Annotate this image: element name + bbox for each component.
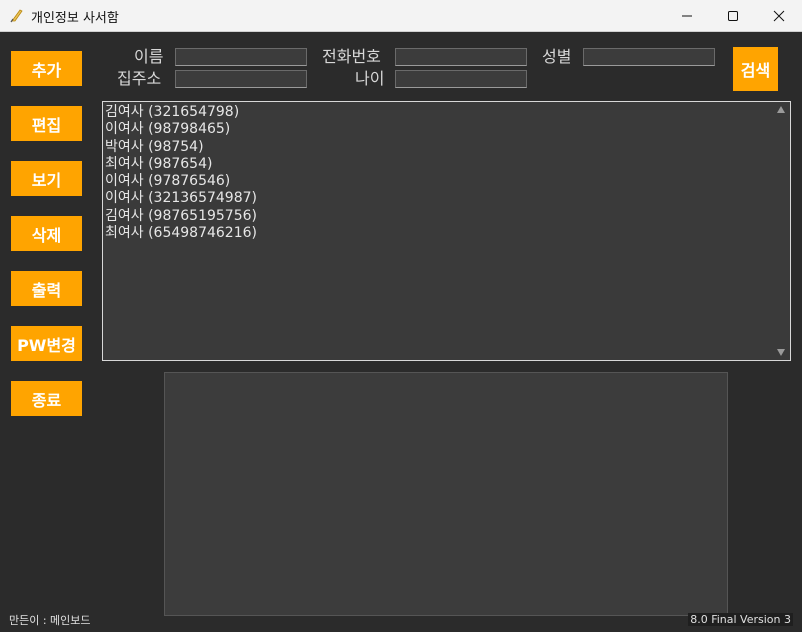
window-title: 개인정보 사서함 <box>31 11 119 26</box>
list-item[interactable]: 김여사 (98765195756) <box>105 208 772 225</box>
view-button[interactable]: 보기 <box>11 161 82 196</box>
edit-button[interactable]: 편집 <box>11 106 82 141</box>
list-item[interactable]: 최여사 (987654) <box>105 156 772 173</box>
print-button[interactable]: 출력 <box>11 271 82 306</box>
scroll-up-arrow-icon[interactable] <box>777 106 785 113</box>
change-password-button[interactable]: PW변경 <box>11 326 82 361</box>
version-text: 8.0 Final Version 3 <box>688 613 793 626</box>
phone-field[interactable] <box>395 48 527 66</box>
address-label: 집주소 <box>117 69 162 88</box>
gender-field[interactable] <box>583 48 715 66</box>
list-scrollbar[interactable] <box>773 102 790 360</box>
close-icon <box>773 10 785 21</box>
maximize-icon <box>728 10 738 21</box>
list-item[interactable]: 박여사 (98754) <box>105 139 772 156</box>
records-list[interactable]: 김여사 (321654798) 이여사 (98798465) 박여사 (9875… <box>102 101 791 361</box>
minimize-button[interactable] <box>664 0 710 31</box>
list-item[interactable]: 이여사 (97876546) <box>105 173 772 190</box>
list-item[interactable]: 이여사 (98798465) <box>105 121 772 138</box>
feather-pen-icon <box>10 9 23 23</box>
exit-button[interactable]: 종료 <box>11 381 82 416</box>
scroll-down-arrow-icon[interactable] <box>777 349 785 356</box>
age-label: 나이 <box>355 69 385 88</box>
phone-label: 전화번호 <box>322 47 381 66</box>
age-field[interactable] <box>395 70 527 88</box>
app-window: 개인정보 사서함 추가 편집 보기 삭제 출력 PW변경 종료 이름 전화번호 … <box>0 0 802 632</box>
minimize-icon <box>682 15 692 16</box>
title-bar[interactable]: 개인정보 사서함 <box>0 0 802 32</box>
list-item[interactable]: 김여사 (321654798) <box>105 104 772 121</box>
maximize-button[interactable] <box>710 0 756 31</box>
add-button[interactable]: 추가 <box>11 51 82 86</box>
search-button[interactable]: 검색 <box>733 47 778 91</box>
credit-text: 만든이 : 메인보드 <box>9 614 91 627</box>
address-field[interactable] <box>175 70 307 88</box>
gender-label: 성별 <box>542 47 572 66</box>
delete-button[interactable]: 삭제 <box>11 216 82 251</box>
name-label: 이름 <box>134 47 164 66</box>
list-item[interactable]: 이여사 (32136574987) <box>105 190 772 207</box>
name-field[interactable] <box>175 48 307 66</box>
list-item[interactable]: 최여사 (65498746216) <box>105 225 772 242</box>
detail-panel <box>164 372 728 616</box>
close-button[interactable] <box>756 0 802 31</box>
